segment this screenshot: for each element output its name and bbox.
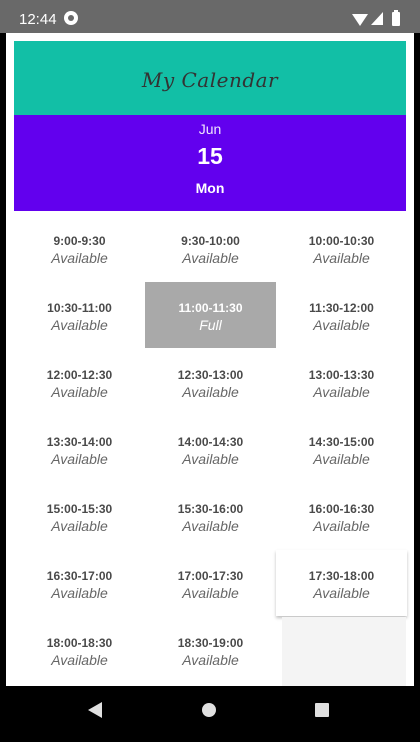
slot-time: 15:00-15:30 [46, 502, 113, 516]
slot-time: 14:00-14:30 [177, 435, 244, 449]
status-time: 12:44 [19, 11, 57, 28]
slot-time: 13:00-13:30 [308, 368, 375, 382]
slot-status: Available [313, 585, 370, 601]
slot-status: Available [182, 384, 239, 400]
slot-status: Available [51, 585, 108, 601]
time-slot[interactable]: 16:30-17:00 Available [14, 550, 145, 616]
slot-time: 10:30-11:00 [47, 301, 112, 315]
slot-status: Available [51, 250, 108, 266]
slot-time: 16:00-16:30 [308, 502, 375, 516]
time-slot-grid: 9:00-9:30 Available 9:30-10:00 Available… [14, 215, 406, 686]
slot-time: 11:00-11:30 [178, 301, 243, 315]
date-panel: Jun 15 Mon [14, 115, 406, 211]
slot-time: 12:00-12:30 [46, 368, 113, 382]
time-slot[interactable]: 18:30-19:00 Available [145, 617, 276, 683]
empty-cell [282, 617, 406, 686]
time-slot[interactable]: 12:00-12:30 Available [14, 349, 145, 415]
time-slot[interactable]: 15:30-16:00 Available [145, 483, 276, 549]
slot-status: Available [313, 518, 370, 534]
date-weekday: Mon [195, 180, 225, 196]
slot-status: Available [313, 384, 370, 400]
slot-status: Available [51, 518, 108, 534]
time-slot[interactable]: 13:30-14:00 Available [14, 416, 145, 482]
time-slot[interactable]: 13:00-13:30 Available [276, 349, 407, 415]
time-slot[interactable]: 9:30-10:00 Available [145, 215, 276, 281]
time-slot[interactable]: 16:00-16:30 Available [276, 483, 407, 549]
time-slot[interactable]: 17:30-18:00 Available [276, 550, 407, 616]
time-slot[interactable]: 14:30-15:00 Available [276, 416, 407, 482]
slot-status: Available [182, 451, 239, 467]
time-slot[interactable]: 12:30-13:00 Available [145, 349, 276, 415]
time-slot-full[interactable]: 11:00-11:30 Full [145, 282, 276, 348]
slot-time: 9:00-9:30 [53, 234, 106, 248]
slot-time: 18:00-18:30 [46, 636, 113, 650]
slot-time: 17:30-18:00 [308, 569, 375, 583]
slot-time: 16:30-17:00 [46, 569, 113, 583]
battery-icon [392, 10, 400, 26]
time-slot[interactable]: 18:00-18:30 Available [14, 617, 145, 683]
time-slot[interactable]: 15:00-15:30 Available [14, 483, 145, 549]
slot-time: 12:30-13:00 [177, 368, 244, 382]
back-icon[interactable] [88, 702, 102, 718]
app-title: My Calendar [141, 68, 279, 92]
date-day: 15 [197, 143, 223, 169]
slot-time: 14:30-15:00 [308, 435, 375, 449]
slot-time: 17:00-17:30 [177, 569, 244, 583]
time-slot[interactable]: 17:00-17:30 Available [145, 550, 276, 616]
slot-status: Available [313, 250, 370, 266]
wifi-icon [352, 14, 368, 26]
slot-status: Full [199, 317, 222, 333]
date-month: Jun [198, 121, 222, 137]
signal-icon [371, 12, 383, 25]
slot-status: Available [51, 451, 108, 467]
recent-apps-icon[interactable] [315, 703, 329, 717]
time-slot[interactable]: 10:30-11:00 Available [14, 282, 145, 348]
slot-time: 11:30-12:00 [309, 301, 374, 315]
slot-status: Available [182, 518, 239, 534]
slot-status: Available [313, 317, 370, 333]
app-screen: My Calendar Jun 15 Mon 9:00-9:30 Availab… [6, 33, 414, 686]
calendar-header: My Calendar [14, 41, 406, 115]
slot-status: Available [182, 652, 239, 668]
status-bar: 12:44 [0, 0, 420, 33]
slot-status: Available [51, 384, 108, 400]
slot-status: Available [313, 451, 370, 467]
slot-time: 18:30-19:00 [177, 636, 244, 650]
time-slot[interactable]: 11:30-12:00 Available [276, 282, 407, 348]
home-icon[interactable] [202, 703, 216, 717]
settings-gear-icon [64, 11, 78, 25]
slot-time: 15:30-16:00 [177, 502, 244, 516]
slot-status: Available [182, 585, 239, 601]
slot-status: Available [51, 317, 108, 333]
time-slot[interactable]: 9:00-9:30 Available [14, 215, 145, 281]
slot-time: 9:30-10:00 [181, 234, 240, 248]
slot-status: Available [182, 250, 239, 266]
slot-status: Available [51, 652, 108, 668]
slot-time: 13:30-14:00 [46, 435, 113, 449]
time-slot[interactable]: 10:00-10:30 Available [276, 215, 407, 281]
time-slot[interactable]: 14:00-14:30 Available [145, 416, 276, 482]
slot-time: 10:00-10:30 [308, 234, 375, 248]
